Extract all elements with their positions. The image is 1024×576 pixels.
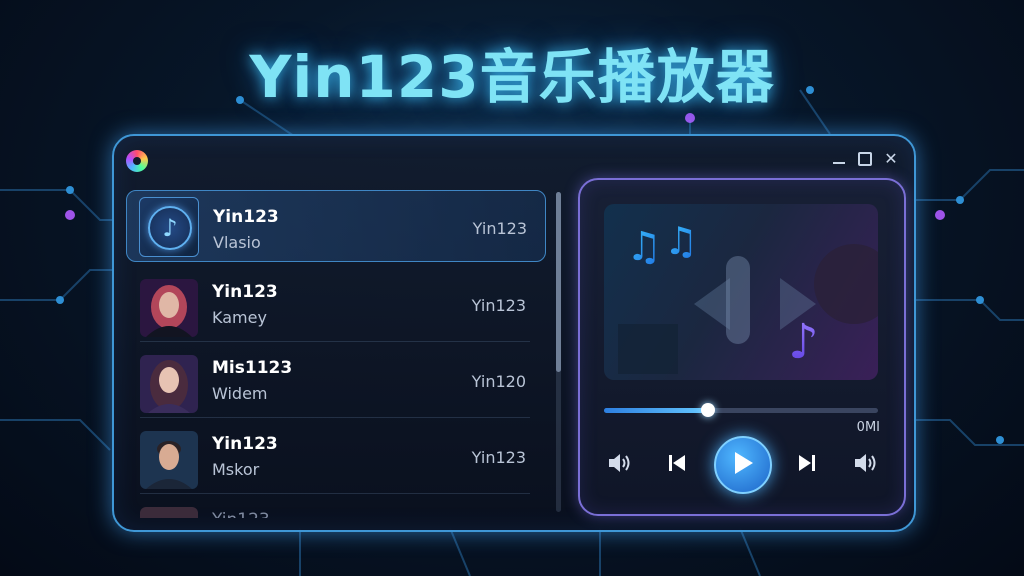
divider <box>140 493 530 494</box>
minimize-icon[interactable] <box>828 148 850 170</box>
playlist: ♪ Yin123 Vlasio Yin123 Yin123 Kamey Yin1… <box>126 188 546 518</box>
svg-text:♫: ♫ <box>664 219 698 263</box>
track-album: Yin123 <box>472 219 527 238</box>
playlist-item[interactable]: Yin123 Kamey Yin123 <box>126 268 544 342</box>
player-window: ✕ ♪ Yin123 Vlasio Yin123 Yin123 Kamey Yi… <box>112 134 916 532</box>
volume-low-icon[interactable] <box>604 448 634 478</box>
artist-avatar <box>140 279 198 337</box>
progress-bar[interactable] <box>604 403 878 417</box>
scrollbar-thumb[interactable] <box>556 192 561 372</box>
track-album: Yin123 <box>471 448 526 467</box>
progress-fill <box>604 408 709 413</box>
track-title: Yin123 <box>213 207 279 227</box>
album-thumbnail: ♪ <box>139 197 199 257</box>
playlist-item[interactable]: Yin123 <box>126 496 544 518</box>
artist-avatar <box>140 431 198 489</box>
divider <box>140 341 530 342</box>
playlist-item[interactable]: Yin123 Mskor Yin123 <box>126 420 544 494</box>
svg-text:♫: ♫ <box>626 224 662 270</box>
album-artwork: ♫ ♫ ♪ <box>604 204 878 380</box>
track-artist: Kamey <box>212 308 267 327</box>
time-label: 0MI <box>856 420 880 435</box>
playlist-item-active[interactable]: ♪ Yin123 Vlasio Yin123 <box>126 190 546 262</box>
progress-knob[interactable] <box>701 403 716 417</box>
portrait-woman-long-hair <box>140 355 198 413</box>
svg-text:♪: ♪ <box>788 314 819 370</box>
artwork-graphic: ♫ ♫ ♪ <box>618 219 878 374</box>
divider <box>140 417 530 418</box>
portrait-partial <box>140 507 198 518</box>
portrait-woman-red-hair <box>140 279 198 337</box>
track-title: Yin123 <box>212 434 278 454</box>
track-artist: Widem <box>212 384 268 403</box>
portrait-man <box>140 431 198 489</box>
previous-icon[interactable] <box>662 448 692 478</box>
play-icon <box>735 452 753 474</box>
color-disc-icon <box>126 150 148 172</box>
track-title: Yin123 <box>212 282 278 302</box>
play-button[interactable] <box>714 436 772 494</box>
track-title: Mis1123 <box>212 358 293 378</box>
app-headline: Yin123音乐播放器 <box>249 43 775 111</box>
track-album: Yin120 <box>471 372 526 391</box>
playlist-item[interactable]: Mis1123 Widem Yin120 <box>126 344 544 418</box>
music-note-icon: ♪ <box>148 206 192 250</box>
playlist-scrollbar[interactable] <box>556 192 561 512</box>
track-artist: Vlasio <box>213 233 261 252</box>
volume-high-icon[interactable] <box>850 448 880 478</box>
maximize-icon[interactable] <box>854 148 876 170</box>
track-album: Yin123 <box>471 296 526 315</box>
artist-avatar <box>140 507 198 518</box>
track-artist: Mskor <box>212 460 260 479</box>
artist-avatar <box>140 355 198 413</box>
close-icon[interactable]: ✕ <box>880 148 902 170</box>
track-title: Yin123 <box>212 510 270 518</box>
now-playing-panel: ♫ ♫ ♪ 0MI <box>578 178 906 516</box>
next-icon[interactable] <box>792 448 822 478</box>
